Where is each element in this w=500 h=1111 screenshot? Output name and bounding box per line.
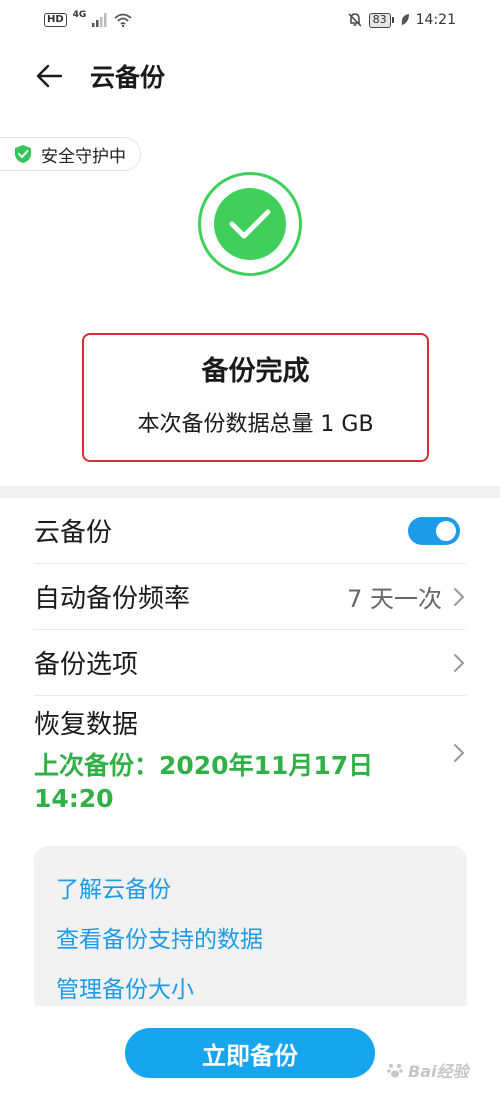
backup-success-indicator	[198, 172, 302, 276]
clock: 14:21	[415, 12, 456, 28]
result-title: 备份完成	[201, 356, 310, 387]
paw-logo-icon	[387, 1064, 403, 1078]
signal-icon	[92, 13, 107, 27]
settings-list: 云备份 自动备份频率 7 天一次 备份选项 恢复数据 上次备份：2020年11月…	[0, 498, 500, 824]
backup-result-box: 备份完成 本次备份数据总量 1 GB	[82, 333, 429, 462]
success-inner-circle	[214, 188, 286, 260]
backup-now-button[interactable]: 立即备份	[125, 1028, 375, 1078]
learn-cloud-backup-link[interactable]: 了解云备份	[56, 874, 445, 924]
status-left: HD 4G	[44, 10, 132, 27]
watermark-text: Bai经验	[408, 1062, 469, 1081]
security-status-pill[interactable]: 安全守护中	[0, 137, 141, 171]
cloud-backup-toggle[interactable]	[408, 516, 460, 545]
section-divider	[0, 486, 500, 498]
page-title: 云备份	[90, 63, 166, 92]
manage-backup-size-link[interactable]: 管理备份大小	[56, 974, 445, 1024]
row-restore-data[interactable]: 恢复数据 上次备份：2020年11月17日 14:20	[34, 696, 466, 824]
battery-tip	[391, 17, 394, 23]
restore-label: 恢复数据	[34, 710, 139, 740]
row-backup-options[interactable]: 备份选项	[34, 630, 466, 696]
app-bar: 云备份	[0, 52, 500, 100]
backup-options-label: 备份选项	[34, 650, 139, 680]
row-cloud-backup[interactable]: 云备份	[34, 498, 466, 564]
checkmark-icon	[229, 209, 271, 239]
chevron-right-icon	[454, 587, 464, 606]
auto-frequency-value: 7 天一次	[347, 585, 442, 613]
chevron-right-icon	[454, 744, 464, 762]
hd-badge: HD	[44, 13, 67, 27]
mute-bell-icon	[348, 13, 362, 27]
restore-text-block: 恢复数据 上次备份：2020年11月17日 14:20	[34, 696, 414, 815]
auto-frequency-right: 7 天一次	[347, 579, 466, 614]
info-links-card: 了解云备份 查看备份支持的数据 管理备份大小	[34, 846, 467, 1006]
wifi-icon	[114, 13, 132, 27]
security-label: 安全守护中	[41, 146, 126, 167]
shield-check-icon	[15, 145, 31, 163]
arrow-left-icon	[36, 64, 63, 88]
network-label: 4G	[72, 10, 87, 20]
status-bar: HD 4G 83 14:21	[0, 0, 500, 40]
cloud-backup-label: 云备份	[34, 518, 113, 548]
toggle-knob	[436, 520, 456, 541]
row-auto-frequency[interactable]: 自动备份频率 7 天一次	[34, 564, 466, 630]
baidu-watermark: Bai经验	[386, 1058, 468, 1082]
result-subtitle: 本次备份数据总量 1 GB	[137, 412, 374, 437]
leaf-icon	[401, 14, 409, 25]
supported-data-link[interactable]: 查看备份支持的数据	[56, 924, 445, 974]
last-backup-time: 上次备份：2020年11月17日 14:20	[34, 751, 374, 813]
battery-indicator: 83	[368, 12, 391, 28]
status-right: 83 14:21	[347, 12, 456, 28]
chevron-right-icon	[454, 653, 464, 672]
battery-level: 83	[372, 13, 387, 26]
back-button[interactable]	[34, 61, 64, 91]
auto-frequency-label: 自动备份频率	[34, 584, 191, 614]
